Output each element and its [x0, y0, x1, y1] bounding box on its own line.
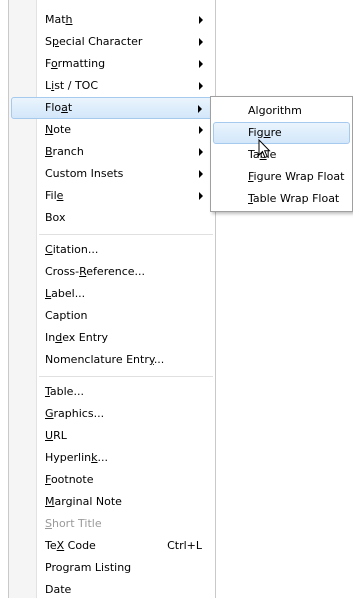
menu-item-list-toc[interactable]: List / TOC	[11, 75, 213, 97]
menu-item-label: Marginal Note	[45, 495, 122, 508]
menu-item-label: Footnote	[45, 473, 94, 486]
menu-item-label: URL	[45, 429, 67, 442]
menu-item-label: Note	[45, 123, 72, 136]
menu-item-math[interactable]: Math	[11, 9, 213, 31]
menu-item-table[interactable]: Table...	[11, 381, 213, 403]
menu-item-program-listing[interactable]: Program Listing	[11, 557, 213, 579]
menu-separator	[39, 234, 213, 235]
menu-item-branch[interactable]: Branch	[11, 141, 213, 163]
menu-item-graphics[interactable]: Graphics...	[11, 403, 213, 425]
submenu-arrow-icon	[199, 170, 203, 178]
menu-item-date[interactable]: Date	[11, 579, 213, 598]
menu-item-tex-code[interactable]: TeX Code Ctrl+L	[11, 535, 213, 557]
menu-item-cross-reference[interactable]: Cross-Reference...	[11, 261, 213, 283]
menu-item-label: Hyperlink...	[45, 451, 109, 464]
menu-item-hyperlink[interactable]: Hyperlink...	[11, 447, 213, 469]
menu-item-label: Nomenclature Entry...	[45, 353, 165, 366]
menu-item-custom-insets[interactable]: Custom Insets	[11, 163, 213, 185]
menu-item-label: Short Title	[45, 517, 102, 530]
menu-item-label: File	[45, 189, 64, 202]
menu-item-label: Cross-Reference...	[45, 265, 146, 278]
submenu-item-algorithm[interactable]: Algorithm	[213, 100, 350, 122]
submenu-item-figure-wrap-float[interactable]: Figure Wrap Float	[213, 166, 350, 188]
menu-item-label: Algorithm	[248, 104, 302, 117]
menu-separator	[39, 376, 213, 377]
submenu-arrow-icon	[198, 105, 202, 113]
menu-item-label[interactable]: Label...	[11, 283, 213, 305]
submenu-item-table[interactable]: Table	[213, 144, 350, 166]
submenu-arrow-icon	[199, 192, 203, 200]
float-submenu: Algorithm Figure Table Figure Wrap Float Tab…	[210, 96, 353, 212]
menu-item-label: Graphics...	[45, 407, 105, 420]
menu-item-float[interactable]: Float	[11, 97, 213, 119]
menu-item-footnote[interactable]: Footnote	[11, 469, 213, 491]
menu-item-url[interactable]: URL	[11, 425, 213, 447]
menu-item-label: Label...	[45, 287, 86, 300]
insert-menu: Math Special Character Formatting List / TO…	[8, 0, 216, 598]
menu-item-label: Formatting	[45, 57, 106, 70]
menu-item-label: Table Wrap Float	[248, 192, 340, 205]
menu-item-box[interactable]: Box	[11, 207, 213, 229]
menu-item-label: Caption	[45, 309, 88, 322]
menu-item-formatting[interactable]: Formatting	[11, 53, 213, 75]
menu-item-note[interactable]: Note	[11, 119, 213, 141]
submenu-arrow-icon	[199, 16, 203, 24]
submenu-item-figure[interactable]: Figure	[213, 122, 350, 144]
mouse-pointer-icon	[258, 139, 271, 159]
submenu-item-table-wrap-float[interactable]: Table Wrap Float	[213, 188, 350, 210]
menu-item-label: Program Listing	[45, 561, 132, 574]
menu-item-short-title[interactable]: Short Title	[11, 513, 213, 535]
menu-item-label: Figure Wrap Float	[248, 170, 345, 183]
menu-item-nomenclature-entry[interactable]: Nomenclature Entry...	[11, 349, 213, 371]
submenu-arrow-icon	[199, 126, 203, 134]
menu-item-label: Math	[45, 13, 73, 26]
submenu-arrow-icon	[199, 82, 203, 90]
menu-item-index-entry[interactable]: Index Entry	[11, 327, 213, 349]
menu-item-label: Table...	[45, 385, 84, 398]
menu-item-caption[interactable]: Caption	[11, 305, 213, 327]
menu-item-label: Citation...	[45, 243, 99, 256]
menu-item-special-character[interactable]: Special Character	[11, 31, 213, 53]
submenu-arrow-icon	[199, 148, 203, 156]
menu-item-label: Figure	[248, 126, 282, 139]
menu-item-label: Index Entry	[45, 331, 109, 344]
menu-item-citation[interactable]: Citation...	[11, 239, 213, 261]
menu-item-label: TeX Code	[45, 539, 96, 552]
menu-item-label: Float	[45, 101, 73, 114]
menu-item-label: Custom Insets	[45, 167, 124, 180]
shortcut-label: Ctrl+L	[167, 539, 202, 552]
menu-item-file[interactable]: File	[11, 185, 213, 207]
menu-item-marginal-note[interactable]: Marginal Note	[11, 491, 213, 513]
submenu-arrow-icon	[199, 60, 203, 68]
menu-item-label: List / TOC	[45, 79, 99, 92]
menu-item-label: Box	[45, 211, 66, 224]
menu-item-label: Date	[45, 583, 72, 596]
submenu-arrow-icon	[199, 38, 203, 46]
menu-item-label: Branch	[45, 145, 84, 158]
menu-item-label: Special Character	[45, 35, 143, 48]
